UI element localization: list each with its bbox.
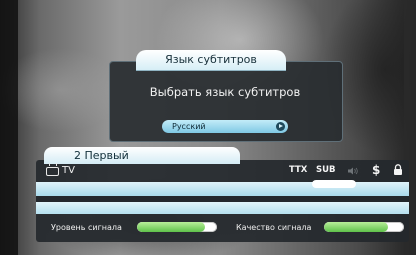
- epg-next-program-strip: [36, 202, 409, 214]
- language-select-value: Русский: [172, 122, 206, 131]
- channel-name: 2 Первый: [44, 147, 240, 164]
- language-select[interactable]: Русский: [162, 120, 288, 133]
- lock-icon: [394, 164, 402, 175]
- signal-level-bar: [137, 222, 217, 232]
- ttx-indicator: TTX: [289, 165, 308, 175]
- program-progress-pill: [312, 180, 356, 188]
- play-arrow-icon[interactable]: [276, 122, 285, 131]
- dialog-title: Язык субтитров: [136, 50, 286, 70]
- signal-quality-bar: [324, 222, 404, 232]
- signal-quality-label: Качество сигнала: [236, 223, 312, 232]
- channel-type-label: TV: [62, 165, 75, 176]
- sub-indicator: SUB: [316, 165, 336, 175]
- signal-level-fill: [137, 222, 205, 232]
- speaker-icon: [348, 167, 358, 175]
- signal-quality-fill: [324, 222, 388, 232]
- dollar-icon: $: [372, 163, 381, 177]
- signal-level-label: Уровень сигнала: [51, 223, 122, 232]
- video-frame-left-edge: [0, 0, 18, 255]
- dialog-prompt: Выбрать язык субтитров: [149, 85, 301, 99]
- tv-icon: [46, 167, 59, 176]
